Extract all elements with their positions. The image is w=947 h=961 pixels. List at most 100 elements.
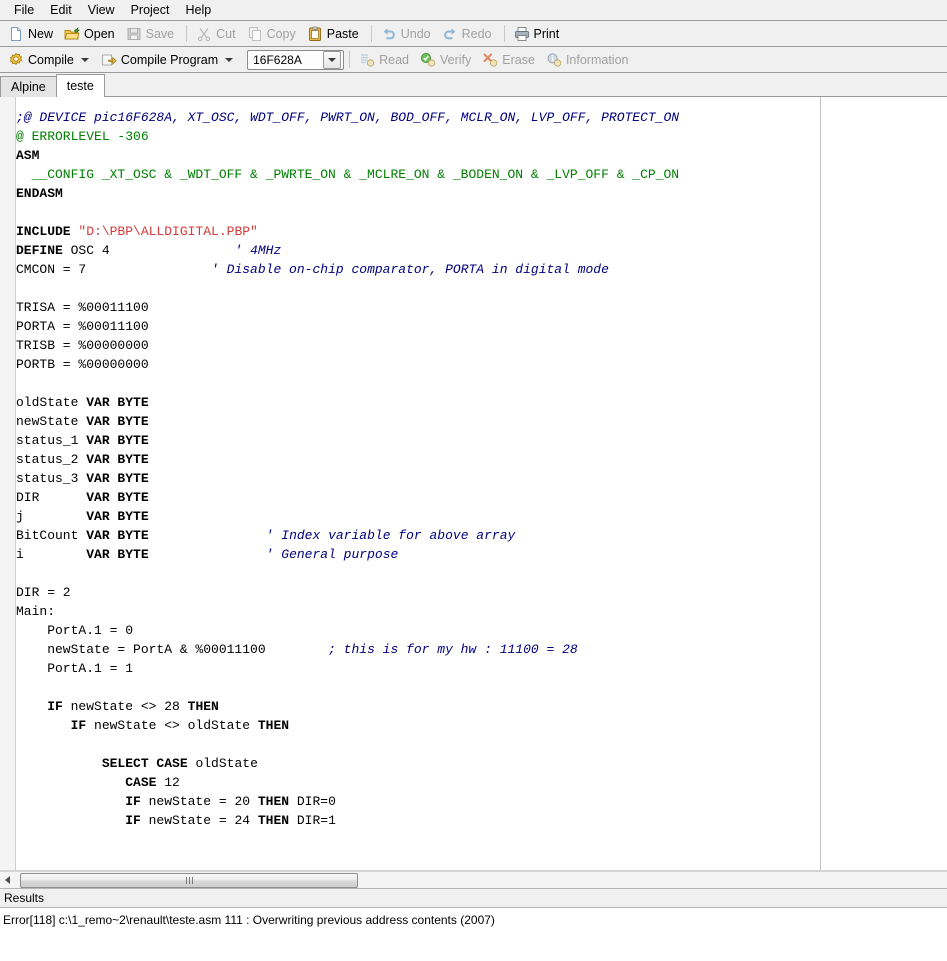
menu-bar: File Edit View Project Help — [0, 0, 947, 21]
tab-alpine[interactable]: Alpine — [0, 76, 57, 97]
printer-icon — [514, 26, 530, 42]
code-line: PORTA = %00011100 — [16, 317, 947, 336]
compile-program-dropdown-caret-icon[interactable] — [225, 57, 234, 62]
code-line: ​ — [16, 564, 947, 583]
code-editor[interactable]: ;@ DEVICE pic16F628A, XT_OSC, WDT_OFF, P… — [0, 97, 947, 871]
undo-button-label: Undo — [400, 26, 431, 41]
code-token: ' Index variable for above array — [265, 528, 516, 543]
code-line: TRISB = %00000000 — [16, 336, 947, 355]
code-token: OSC 4 — [62, 243, 235, 258]
print-button[interactable]: Print — [510, 23, 567, 45]
cut-button[interactable]: Cut — [192, 23, 242, 45]
code-line: Main: — [16, 602, 947, 621]
menu-view[interactable]: View — [80, 1, 123, 20]
code-line: __CONFIG _XT_OSC & _WDT_OFF & _PWRTE_ON … — [16, 165, 947, 184]
save-button[interactable]: Save — [122, 23, 182, 45]
code-token: IF — [70, 718, 87, 733]
code-line: IF newState <> oldState THEN — [16, 716, 947, 735]
code-token: status_1 — [16, 433, 87, 448]
code-token: oldState — [187, 756, 258, 771]
code-token: IF — [47, 699, 63, 714]
code-token: VAR BYTE — [86, 452, 149, 467]
code-token: BitCount — [16, 528, 87, 543]
code-token: DIR = 2 — [16, 585, 71, 600]
paste-button[interactable]: Paste — [303, 23, 366, 45]
code-line: ​ — [16, 279, 947, 298]
scrollbar-grip-icon — [185, 876, 193, 884]
editor-horizontal-scrollbar[interactable] — [0, 871, 947, 888]
code-token: ' General purpose — [265, 547, 399, 562]
code-token: CMCON = 7 — [16, 262, 212, 277]
compile-program-button[interactable]: Compile Program — [97, 49, 241, 71]
copy-button[interactable]: Copy — [243, 23, 303, 45]
compile-toolbar-separator — [349, 51, 351, 68]
code-token: DIR — [16, 490, 87, 505]
redo-button[interactable]: Redo — [438, 23, 499, 45]
menu-help[interactable]: Help — [177, 1, 219, 20]
code-line: oldState VAR BYTE — [16, 393, 947, 412]
code-line: ENDASM — [16, 184, 947, 203]
code-token: PortA.1 = 0 — [16, 623, 134, 638]
erase-button[interactable]: Erase — [478, 49, 542, 71]
read-button[interactable]: Read — [355, 49, 416, 71]
scrollbar-thumb[interactable] — [20, 872, 358, 888]
code-line: status_1 VAR BYTE — [16, 431, 947, 450]
new-button[interactable]: New — [4, 23, 60, 45]
code-token: THEN — [257, 794, 290, 809]
information-button[interactable]: Information — [542, 49, 636, 71]
code-token: PORTB = %00000000 — [16, 357, 149, 372]
code-token: newState = 20 — [140, 794, 258, 809]
code-line: IF newState = 24 THEN DIR=1 — [16, 811, 947, 830]
code-line: i VAR BYTE ' General purpose — [16, 545, 947, 564]
code-token: VAR BYTE — [86, 414, 149, 429]
toolbar-separator-2 — [370, 25, 372, 42]
code-token: THEN — [187, 699, 219, 714]
code-token: ENDASM — [16, 186, 63, 201]
code-token: ;@ DEVICE pic16F628A, XT_OSC, WDT_OFF, P… — [16, 110, 680, 125]
copy-icon — [247, 26, 263, 42]
compile-button[interactable]: Compile — [4, 49, 97, 71]
code-line: CASE 12 — [16, 773, 947, 792]
code-line: ​ — [16, 374, 947, 393]
save-button-label: Save — [145, 26, 175, 41]
menu-file[interactable]: File — [6, 1, 42, 20]
code-token: newState = PortA & %00011100 — [16, 642, 329, 657]
code-token: ; this is for my hw : 11100 = 28 — [328, 642, 578, 657]
menu-edit[interactable]: Edit — [42, 1, 80, 20]
scrollbar-track[interactable] — [14, 872, 947, 889]
code-token: __CONFIG _XT_OSC & _WDT_OFF & _PWRTE_ON … — [16, 167, 680, 182]
code-token: status_3 — [16, 471, 87, 486]
code-token: VAR BYTE — [86, 528, 149, 543]
device-select[interactable]: 16F628A — [247, 49, 345, 70]
code-token: PORTA = %00011100 — [16, 319, 149, 334]
scroll-left-arrow-icon[interactable] — [0, 872, 14, 889]
verify-check-icon — [420, 52, 436, 68]
code-token: THEN — [257, 813, 290, 828]
code-line: TRISA = %00011100 — [16, 298, 947, 317]
compile-dropdown-caret-icon[interactable] — [80, 57, 89, 62]
editor-code-text[interactable]: ;@ DEVICE pic16F628A, XT_OSC, WDT_OFF, P… — [16, 97, 947, 870]
code-line: j VAR BYTE — [16, 507, 947, 526]
menu-project[interactable]: Project — [123, 1, 178, 20]
tab-teste[interactable]: teste — [55, 74, 105, 97]
verify-button[interactable]: Verify — [416, 49, 478, 71]
code-token: TRISB = %00000000 — [16, 338, 149, 353]
device-select-arrow-icon[interactable] — [323, 50, 342, 69]
code-token: SELECT CASE — [101, 756, 188, 771]
result-message[interactable]: Error[118] c:\1_remo~2\renault\teste.asm… — [3, 913, 947, 928]
code-line: ​ — [16, 203, 947, 222]
code-line: CMCON = 7 ' Disable on-chip comparator, … — [16, 260, 947, 279]
undo-button[interactable]: Undo — [377, 23, 438, 45]
code-token: VAR BYTE — [86, 395, 149, 410]
results-panel-body[interactable]: Error[118] c:\1_remo~2\renault\teste.asm… — [0, 908, 947, 961]
read-button-label: Read — [379, 52, 410, 67]
code-token: ASM — [16, 148, 40, 163]
device-select-value: 16F628A — [253, 52, 302, 67]
cut-button-label: Cut — [216, 26, 236, 41]
save-disk-icon — [126, 26, 142, 42]
editor-gutter — [0, 97, 16, 870]
open-button[interactable]: Open — [60, 23, 122, 45]
